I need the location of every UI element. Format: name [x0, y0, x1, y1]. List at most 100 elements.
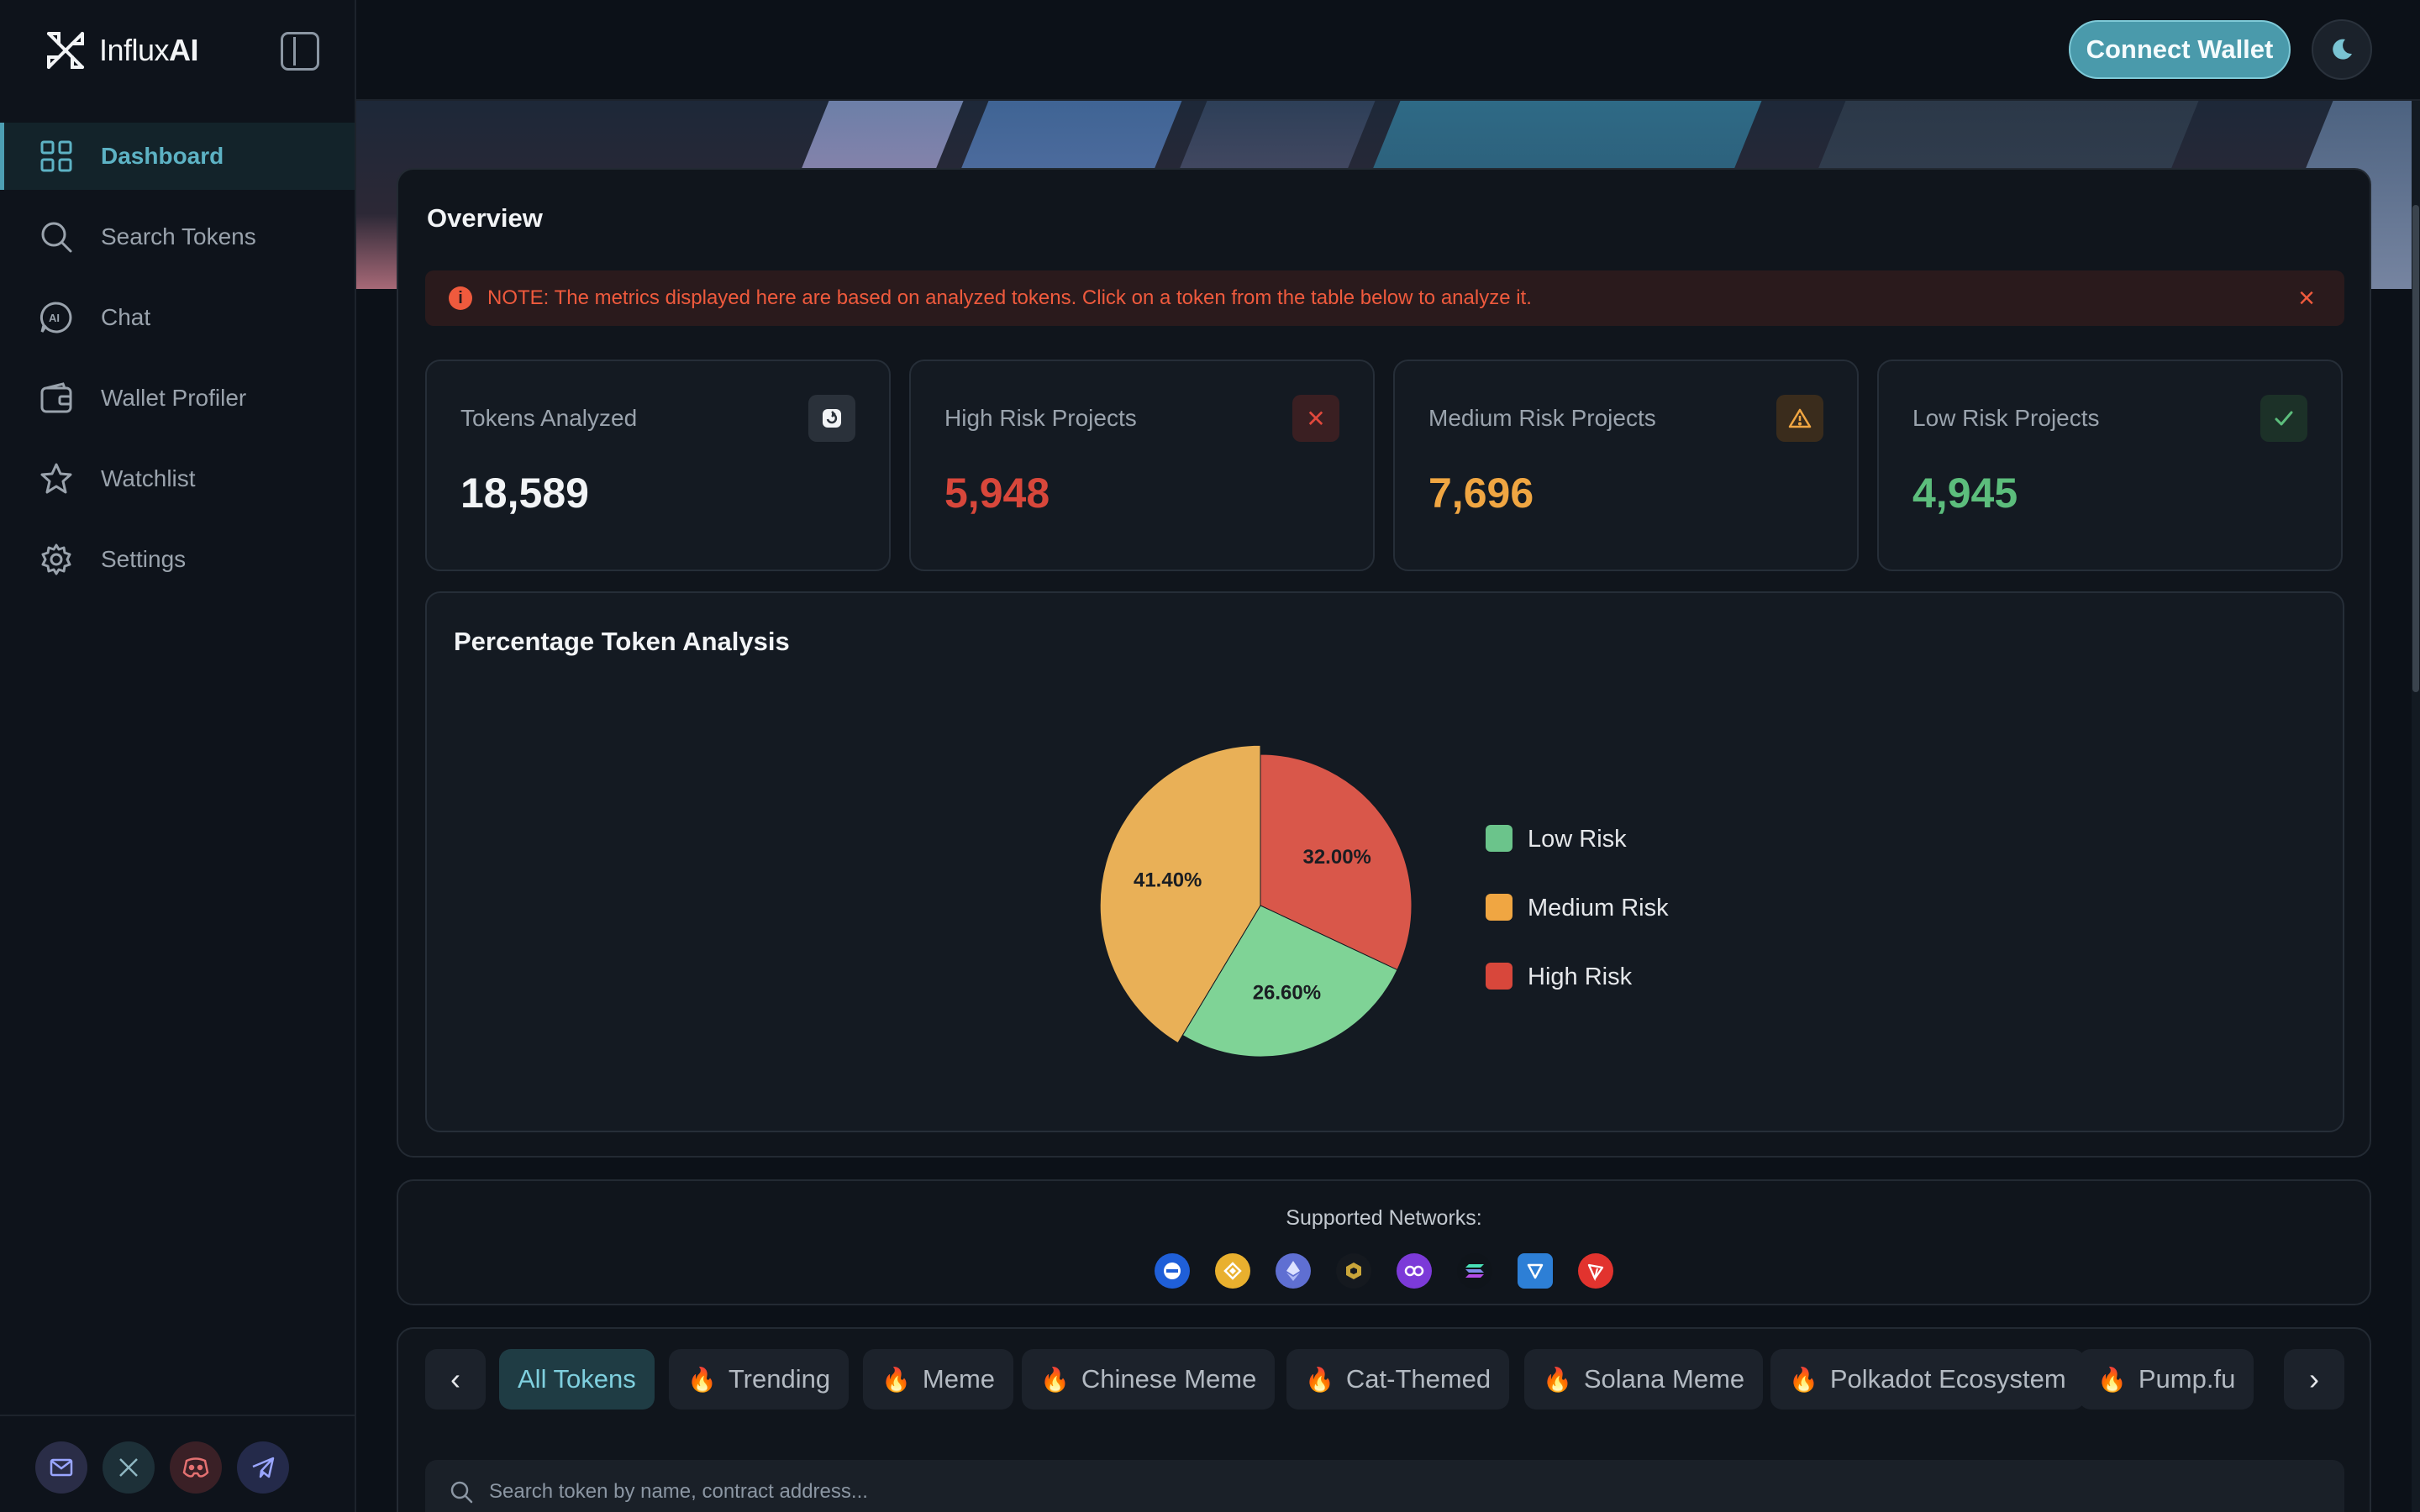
stat-label: Low Risk Projects: [1912, 405, 2100, 431]
stat-value: 18,589: [460, 470, 589, 517]
x-mark-icon: ✕: [1292, 395, 1339, 442]
bnb-icon: [1215, 1253, 1250, 1289]
warning-icon: [1776, 395, 1823, 442]
tab-label: Meme: [922, 1364, 996, 1394]
bnb-greenfield-icon: [1336, 1253, 1371, 1289]
ton-icon: [1155, 1253, 1190, 1289]
tab-label: All Tokens: [518, 1364, 636, 1394]
wallet-icon: [39, 381, 74, 416]
tron-icon: [1578, 1253, 1613, 1289]
category-tabs: All Tokens 🔥 Trending 🔥 Meme 🔥 Chinese Meme…: [499, 1349, 2264, 1410]
connect-wallet-button[interactable]: Connect Wallet: [2069, 20, 2291, 79]
gear-icon: [39, 542, 74, 577]
scrollbar-thumb[interactable]: [2412, 205, 2419, 692]
tab-all-tokens[interactable]: All Tokens: [499, 1349, 655, 1410]
sidebar-item-label: Watchlist: [101, 465, 196, 491]
stat-label: Tokens Analyzed: [460, 405, 638, 431]
search-input[interactable]: [489, 1480, 2086, 1504]
token-table-card: ‹ All Tokens 🔥 Trending 🔥 Meme 🔥 Chinese Me…: [397, 1327, 2371, 1512]
stat-value: 5,948: [944, 470, 1050, 517]
legend-swatch: [1486, 963, 1512, 990]
overview-title: Overview: [427, 203, 543, 233]
scrollbar[interactable]: [2412, 101, 2420, 1512]
polygon-icon: [1397, 1253, 1432, 1289]
grid-icon: [39, 139, 74, 174]
fire-icon: 🔥: [687, 1366, 717, 1393]
fire-icon: 🔥: [1305, 1366, 1334, 1393]
sidebar-item-label: Dashboard: [101, 143, 224, 169]
pie-data-label: 32.00%: [1302, 846, 1370, 869]
legend-label: High Risk: [1528, 963, 1633, 990]
tab-pump-fun[interactable]: 🔥 Pump.fu: [2079, 1349, 2254, 1410]
social-links: [0, 1415, 355, 1512]
note-text: NOTE: The metrics displayed here are bas…: [487, 286, 1532, 309]
tron-shield-icon: [1518, 1253, 1553, 1289]
fire-icon: 🔥: [1040, 1366, 1070, 1393]
x-icon[interactable]: [103, 1441, 155, 1494]
stat-value: 4,945: [1912, 470, 2018, 517]
sidebar-toggle-icon[interactable]: [281, 32, 319, 71]
tab-label: Solana Meme: [1583, 1364, 1745, 1394]
sidebar-item-search-tokens[interactable]: Search Tokens: [0, 203, 355, 270]
info-icon: i: [449, 286, 472, 310]
close-icon[interactable]: ×: [2292, 284, 2321, 312]
stat-card-low-risk: Low Risk Projects 4,945: [1877, 360, 2343, 571]
discord-icon[interactable]: [170, 1441, 222, 1494]
brand-name: InfluxAI: [99, 33, 199, 67]
stat-label: High Risk Projects: [944, 405, 1137, 431]
star-icon: [39, 461, 74, 496]
influx-logo-icon: [47, 32, 84, 69]
sidebar-item-label: Settings: [101, 546, 187, 572]
overview-card: Overview i NOTE: The metrics displayed h…: [397, 168, 2371, 1158]
chart-card: Percentage Token Analysis 32.00% 26.60% 41…: [425, 591, 2344, 1132]
tab-label: Polkadot Ecosystem: [1829, 1364, 2066, 1394]
tab-chinese-meme[interactable]: 🔥 Chinese Meme: [1022, 1349, 1276, 1410]
sidebar-item-watchlist[interactable]: Watchlist: [0, 445, 355, 512]
tab-polkadot-ecosystem[interactable]: 🔥 Polkadot Ecosystem: [1770, 1349, 2085, 1410]
fire-icon: 🔥: [1543, 1366, 1572, 1393]
fire-icon: 🔥: [1789, 1366, 1818, 1393]
legend-label: Medium Risk: [1528, 895, 1669, 921]
search-icon: [39, 219, 74, 255]
ethereum-icon: [1276, 1253, 1311, 1289]
chevron-left-icon[interactable]: ‹: [425, 1349, 486, 1410]
search-icon: [450, 1481, 473, 1504]
tab-label: Pump.fu: [2138, 1364, 2236, 1394]
sidebar-item-dashboard[interactable]: Dashboard: [0, 123, 355, 190]
tab-meme[interactable]: 🔥 Meme: [863, 1349, 1014, 1410]
brand[interactable]: InfluxAI: [42, 25, 199, 76]
sidebar-item-settings[interactable]: Settings: [0, 526, 355, 593]
moon-icon[interactable]: [2312, 19, 2372, 80]
tab-cat-themed[interactable]: 🔥 Cat-Themed: [1286, 1349, 1510, 1410]
svg-text:AI: AI: [49, 312, 60, 324]
sidebar-item-chat[interactable]: AI Chat: [0, 284, 355, 351]
tab-solana-meme[interactable]: 🔥 Solana Meme: [1524, 1349, 1764, 1410]
sidebar-nav: Dashboard Search Tokens AI Chat Wallet P…: [0, 123, 355, 606]
sidebar-item-wallet-profiler[interactable]: Wallet Profiler: [0, 365, 355, 432]
stat-card-medium-risk: Medium Risk Projects 7,696: [1393, 360, 1859, 571]
supported-networks: Supported Networks:: [397, 1179, 2371, 1305]
sidebar-item-label: Wallet Profiler: [101, 385, 247, 411]
sidebar-item-label: Chat: [101, 304, 151, 330]
legend-swatch: [1486, 894, 1512, 921]
sidebar: InfluxAI Dashboard Search Tokens AI Chat: [0, 0, 356, 1512]
tab-label: Trending: [728, 1364, 831, 1394]
tab-label: Cat-Themed: [1345, 1364, 1491, 1394]
note-banner: i NOTE: The metrics displayed here are b…: [425, 270, 2344, 326]
check-icon: [2260, 395, 2307, 442]
stat-value: 7,696: [1428, 470, 1534, 517]
fire-icon: 🔥: [881, 1366, 911, 1393]
stat-card-high-risk: High Risk Projects 5,948 ✕: [909, 360, 1375, 571]
token-search[interactable]: [425, 1460, 2344, 1512]
stat-card-tokens-analyzed: Tokens Analyzed 18,589: [425, 360, 891, 571]
tab-trending[interactable]: 🔥 Trending: [669, 1349, 850, 1410]
chevron-right-icon[interactable]: ›: [2284, 1349, 2344, 1410]
telegram-icon[interactable]: [237, 1441, 289, 1494]
pie-data-label: 26.60%: [1253, 981, 1321, 1004]
refresh-icon: [808, 395, 855, 442]
solana-icon: [1457, 1253, 1492, 1289]
sidebar-item-label: Search Tokens: [101, 223, 256, 249]
legend-swatch: [1486, 825, 1512, 852]
mail-icon[interactable]: [35, 1441, 87, 1494]
fire-icon: 🔥: [2097, 1366, 2127, 1393]
